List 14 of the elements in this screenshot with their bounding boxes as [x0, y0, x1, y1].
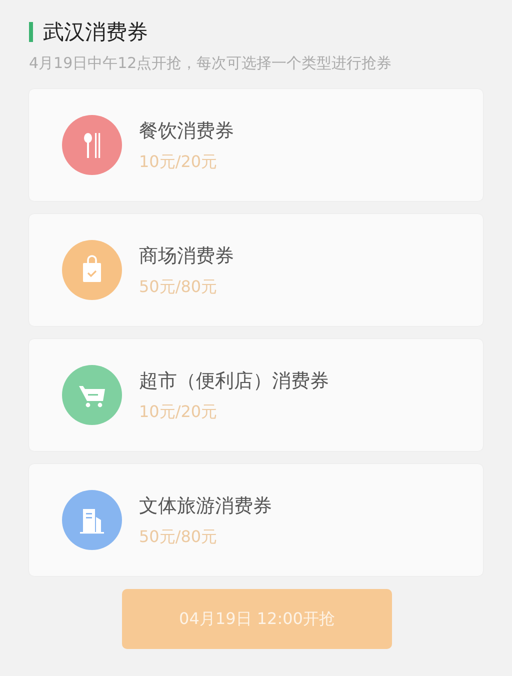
coupon-card[interactable]: 餐饮消费券 10元/20元	[29, 89, 483, 201]
coupon-card[interactable]: 商场消费券 50元/80元	[29, 214, 483, 326]
coupon-name: 商场消费券	[139, 244, 234, 268]
coupon-name: 超市（便利店）消费券	[139, 368, 329, 394]
coupon-amount: 10元/20元	[139, 152, 218, 172]
coupon-amount: 50元/80元	[139, 276, 218, 298]
coupon-name: 文体旅游消费券	[139, 494, 272, 518]
coupon-name: 餐饮消费券	[139, 118, 234, 144]
coupon-amount: 50元/80元	[139, 526, 218, 548]
coupon-card[interactable]: 文体旅游消费券 50元/80元	[29, 464, 483, 576]
section-subtitle: 4月19日中午12点开抢，每次可选择一个类型进行抢券	[29, 54, 393, 73]
section-title: 武汉消费券	[43, 19, 148, 46]
coupon-card[interactable]: 超市（便利店）消费券 10元/20元	[29, 339, 483, 451]
coupon-amount: 10元/20元	[139, 402, 218, 422]
